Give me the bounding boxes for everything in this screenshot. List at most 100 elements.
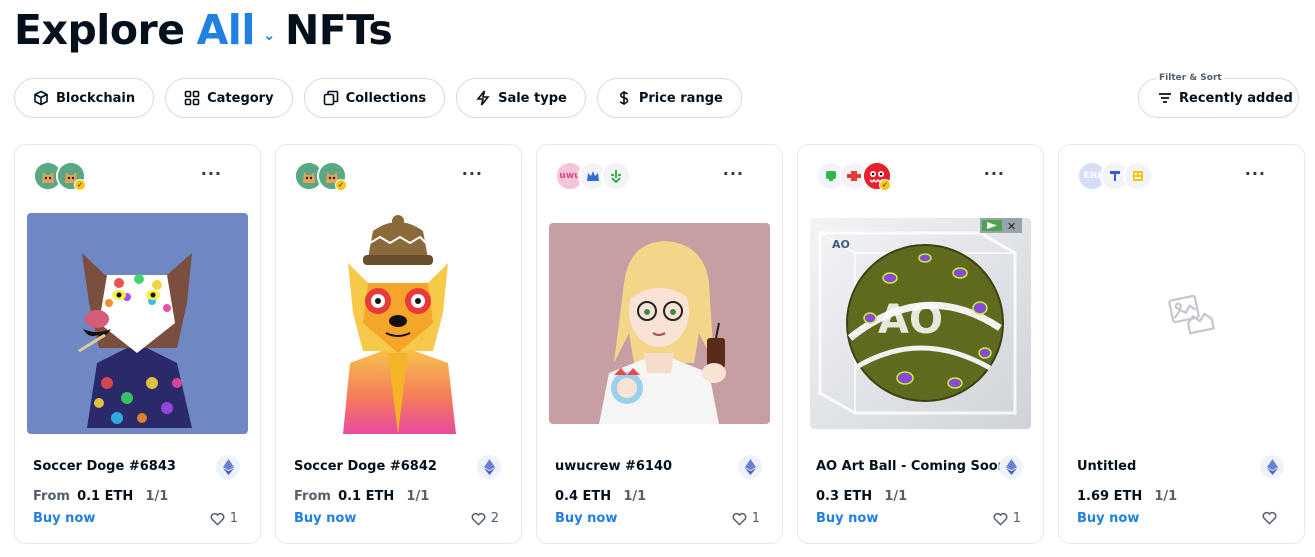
chevron-down-icon[interactable]: ⌄ (263, 26, 276, 44)
favorite-button[interactable]: 2 (471, 511, 499, 526)
svg-text:AO: AO (878, 297, 943, 343)
price-amount: 1.69 ETH (1077, 489, 1143, 504)
price-amount: 0.1 ETH (77, 489, 134, 504)
like-count: 1 (751, 511, 760, 526)
price-range-filter-label: Price range (638, 90, 723, 106)
ethereum-icon (738, 455, 762, 479)
more-options-icon[interactable]: ··· (723, 166, 744, 182)
verified-badge-icon: ✓ (335, 179, 347, 191)
heart-icon (732, 512, 747, 526)
price-row: From 0.1 ETH 1/1 (33, 489, 168, 504)
lightning-icon (475, 90, 491, 106)
price-row: 0.4 ETH 1/1 (555, 489, 646, 504)
more-options-icon[interactable]: ··· (984, 166, 1005, 182)
grid-icon (184, 90, 200, 106)
collections-filter-button[interactable]: Collections (303, 78, 446, 118)
nft-card[interactable]: ✓ ··· (14, 144, 261, 544)
edition-count: 1/1 (1154, 489, 1178, 504)
edition-count: 1/1 (145, 489, 169, 504)
more-options-icon[interactable]: ··· (201, 166, 222, 182)
nft-grid: ✓ ··· Soccer Doge #6843 From 0.1 ETH 1/1… (14, 144, 1305, 544)
dollar-icon (616, 90, 632, 106)
nft-name[interactable]: Soccer Doge #6842 (294, 459, 437, 474)
edition-count: 1/1 (406, 489, 430, 504)
collection-avatars: ✓ (294, 161, 347, 191)
collection-avatars: uwu (555, 161, 631, 191)
collections-icon (323, 90, 339, 106)
price-range-filter-button[interactable]: Price range (596, 78, 742, 118)
ethereum-icon (216, 455, 240, 479)
collection-avatars: ✓ (816, 161, 892, 191)
heart-icon (471, 512, 486, 526)
sale-type-filter-button[interactable]: Sale type (456, 78, 586, 118)
like-count: 1 (1012, 511, 1021, 526)
sort-label: Recently added (1179, 90, 1293, 106)
heart-icon (210, 512, 225, 526)
price-from: From (33, 489, 70, 504)
favorite-button[interactable]: 1 (993, 511, 1021, 526)
sort-dropdown[interactable]: Recently added (1138, 78, 1299, 118)
collection-avatars: ✓ (33, 161, 86, 191)
buy-now-link[interactable]: Buy now (555, 511, 617, 526)
sale-type-filter-label: Sale type (498, 90, 567, 106)
price-amount: 0.4 ETH (555, 489, 612, 504)
nft-card[interactable]: ✓ ··· (797, 144, 1044, 544)
more-options-icon[interactable]: ··· (1245, 166, 1266, 182)
nft-card[interactable]: ✓ ··· (275, 144, 522, 544)
nft-image[interactable]: AO AO ✕ (810, 218, 1031, 429)
like-count: 1 (229, 511, 238, 526)
favorite-button[interactable] (1262, 511, 1282, 525)
ethereum-icon (477, 455, 501, 479)
cube-icon (33, 90, 49, 106)
blockchain-filter-label: Blockchain (56, 90, 136, 106)
edition-count: 1/1 (623, 489, 647, 504)
category-filter-label: Category (207, 90, 274, 106)
price-from: From (294, 489, 331, 504)
nft-card[interactable]: uwu ··· uwucrew #6140 0.4 ETH 1/1 Buy no… (536, 144, 783, 544)
price-row: 1.69 ETH 1/1 (1077, 489, 1177, 504)
collection-avatar[interactable] (1123, 161, 1153, 191)
nft-name[interactable]: AO Art Ball - Coming Soon (816, 459, 1007, 474)
collections-filter-label: Collections (345, 90, 427, 106)
title-suffix: NFTs (284, 6, 393, 54)
more-options-icon[interactable]: ··· (462, 166, 483, 182)
like-count: 2 (490, 511, 499, 526)
ethereum-icon (999, 455, 1023, 479)
buy-now-link[interactable]: Buy now (294, 511, 356, 526)
filter-bar: Blockchain Category Collections Sale typ… (14, 78, 742, 118)
verified-badge-icon: ✓ (879, 179, 891, 191)
nft-image[interactable] (27, 213, 248, 434)
price-row: From 0.1 ETH 1/1 (294, 489, 429, 504)
sort-caption: Filter & Sort (1157, 73, 1224, 83)
svg-text:✕: ✕ (1007, 220, 1016, 233)
nft-image[interactable] (288, 213, 509, 434)
price-amount: 0.3 ETH (816, 489, 873, 504)
svg-text:AO: AO (832, 238, 850, 251)
buy-now-link[interactable]: Buy now (33, 511, 95, 526)
nft-image-placeholder[interactable] (1071, 213, 1292, 434)
page-title: Explore All ⌄ NFTs (14, 2, 393, 58)
favorite-button[interactable]: 1 (732, 511, 760, 526)
heart-icon (993, 512, 1008, 526)
nft-name[interactable]: Soccer Doge #6843 (33, 459, 176, 474)
nft-card[interactable]: ENI ··· Untitled 1.69 ETH 1/1 Buy now (1058, 144, 1305, 544)
heart-icon (1262, 511, 1277, 525)
category-filter-button[interactable]: Category (165, 78, 293, 118)
buy-now-link[interactable]: Buy now (1077, 511, 1139, 526)
price-amount: 0.1 ETH (338, 489, 395, 504)
favorite-button[interactable]: 1 (210, 511, 238, 526)
sort-lines-icon (1159, 93, 1171, 103)
nft-name[interactable]: Untitled (1077, 459, 1136, 474)
blockchain-filter-button[interactable]: Blockchain (14, 78, 155, 118)
ethereum-icon (1260, 455, 1284, 479)
price-row: 0.3 ETH 1/1 (816, 489, 907, 504)
collection-avatar[interactable] (601, 161, 631, 191)
edition-count: 1/1 (884, 489, 908, 504)
scope-dropdown[interactable]: All (197, 6, 256, 54)
collection-avatars: ENI (1077, 161, 1153, 191)
nft-image[interactable] (549, 223, 770, 424)
verified-badge-icon: ✓ (74, 179, 86, 191)
title-prefix: Explore (14, 6, 185, 54)
buy-now-link[interactable]: Buy now (816, 511, 878, 526)
nft-name[interactable]: uwucrew #6140 (555, 459, 672, 474)
